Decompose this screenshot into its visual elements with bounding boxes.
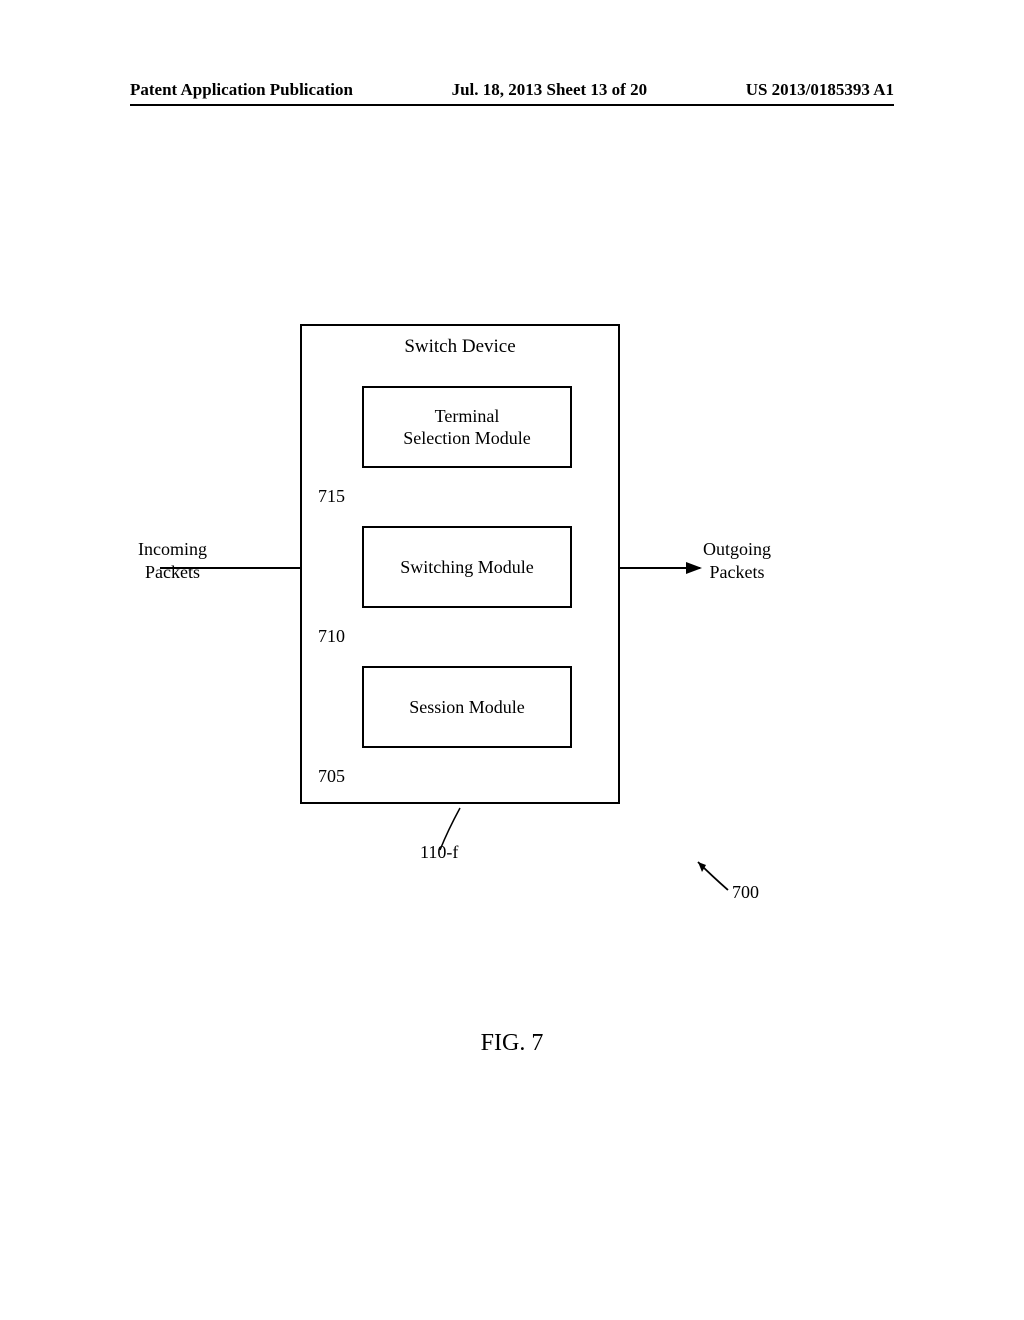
- terminal-selection-module-box: Terminal Selection Module: [362, 386, 572, 468]
- session-box-label: Session Module: [409, 696, 525, 719]
- outgoing-line1: Outgoing: [703, 538, 771, 561]
- reference-710: 710: [318, 626, 345, 647]
- incoming-line1: Incoming: [138, 538, 207, 561]
- outgoing-packets-label: Outgoing Packets: [703, 538, 771, 583]
- header-left: Patent Application Publication: [130, 80, 353, 100]
- switch-device-title: Switch Device: [302, 336, 618, 358]
- terminal-box-line1: Terminal: [435, 405, 500, 428]
- header-right: US 2013/0185393 A1: [746, 80, 894, 100]
- reference-700: 700: [732, 882, 759, 903]
- header-center: Jul. 18, 2013 Sheet 13 of 20: [452, 80, 648, 100]
- switching-module-box: Switching Module: [362, 526, 572, 608]
- reference-715: 715: [318, 486, 345, 507]
- terminal-box-line2: Selection Module: [403, 427, 530, 450]
- incoming-packets-label: Incoming Packets: [138, 538, 207, 583]
- switch-device-box: Switch Device Terminal Selection Module …: [300, 324, 620, 804]
- switching-box-label: Switching Module: [400, 556, 534, 579]
- outgoing-line2: Packets: [703, 561, 771, 584]
- reference-705: 705: [318, 766, 345, 787]
- incoming-line2: Packets: [138, 561, 207, 584]
- session-module-box: Session Module: [362, 666, 572, 748]
- reference-110f: 110-f: [420, 842, 458, 863]
- diagram: Switch Device Terminal Selection Module …: [0, 310, 1024, 1010]
- figure-caption: FIG. 7: [0, 1030, 1024, 1057]
- page-header: Patent Application Publication Jul. 18, …: [130, 80, 894, 106]
